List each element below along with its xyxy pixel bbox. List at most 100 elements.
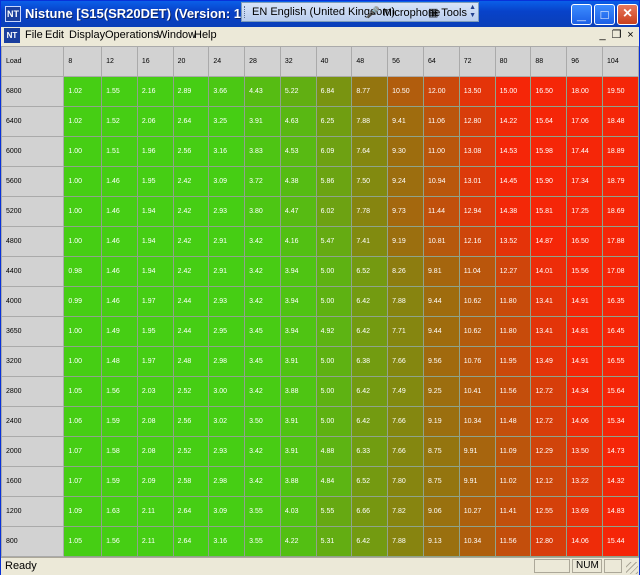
column-header[interactable]: 96 bbox=[566, 46, 604, 77]
map-cell[interactable]: 12.80 bbox=[458, 106, 496, 137]
map-cell[interactable]: 6.33 bbox=[351, 436, 389, 467]
map-cell[interactable]: 3.88 bbox=[279, 376, 317, 407]
map-cell[interactable]: 2.08 bbox=[136, 436, 174, 467]
map-cell[interactable]: 18.89 bbox=[602, 136, 639, 167]
map-cell[interactable]: 3.91 bbox=[244, 106, 281, 137]
map-cell[interactable]: 1.00 bbox=[63, 346, 103, 377]
map-cell[interactable]: 1.51 bbox=[101, 136, 138, 167]
map-cell[interactable]: 5.00 bbox=[315, 346, 353, 377]
map-cell[interactable]: 2.42 bbox=[172, 226, 210, 257]
row-header[interactable]: 6800 bbox=[0, 76, 65, 107]
document-restore-button[interactable]: ❐ bbox=[609, 28, 624, 42]
map-cell[interactable]: 1.56 bbox=[101, 526, 138, 557]
map-cell[interactable]: 13.69 bbox=[566, 496, 604, 527]
map-cell[interactable]: 1.49 bbox=[101, 316, 138, 347]
map-cell[interactable]: 19.50 bbox=[602, 76, 639, 107]
map-cell[interactable]: 2.64 bbox=[172, 526, 210, 557]
map-cell[interactable]: 1.94 bbox=[136, 226, 174, 257]
map-cell[interactable]: 3.09 bbox=[208, 166, 246, 197]
map-cell[interactable]: 14.73 bbox=[602, 436, 639, 467]
map-cell[interactable]: 4.43 bbox=[244, 76, 281, 107]
map-cell[interactable]: 3.55 bbox=[244, 496, 281, 527]
map-cell[interactable]: 3.91 bbox=[279, 346, 317, 377]
column-header[interactable]: 8 bbox=[63, 46, 103, 77]
map-cell[interactable]: 1.00 bbox=[63, 226, 103, 257]
map-cell[interactable]: 6.42 bbox=[351, 286, 389, 317]
map-cell[interactable]: 1.63 bbox=[101, 496, 138, 527]
map-cell[interactable]: 14.83 bbox=[602, 496, 639, 527]
map-cell[interactable]: 14.53 bbox=[494, 136, 532, 167]
map-cell[interactable]: 4.84 bbox=[315, 466, 353, 497]
map-cell[interactable]: 4.47 bbox=[279, 196, 317, 227]
map-cell[interactable]: 13.50 bbox=[458, 76, 496, 107]
map-cell[interactable]: 5.00 bbox=[315, 406, 353, 437]
map-cell[interactable]: 3.94 bbox=[279, 256, 317, 287]
map-cell[interactable]: 4.53 bbox=[279, 136, 317, 167]
map-cell[interactable]: 14.91 bbox=[566, 286, 604, 317]
map-cell[interactable]: 1.52 bbox=[101, 106, 138, 137]
map-cell[interactable]: 7.50 bbox=[351, 166, 389, 197]
row-header[interactable]: 4000 bbox=[0, 286, 65, 317]
map-cell[interactable]: 2.91 bbox=[208, 226, 246, 257]
map-cell[interactable]: 2.98 bbox=[208, 346, 246, 377]
map-cell[interactable]: 4.92 bbox=[315, 316, 353, 347]
map-cell[interactable]: 2.42 bbox=[172, 256, 210, 287]
map-cell[interactable]: 9.81 bbox=[422, 256, 460, 287]
menu-file[interactable]: File bbox=[25, 29, 43, 41]
map-cell[interactable]: 1.00 bbox=[63, 166, 103, 197]
menu-operations[interactable]: Operations bbox=[105, 29, 159, 41]
resize-grip[interactable] bbox=[626, 562, 638, 574]
map-cell[interactable]: 5.55 bbox=[315, 496, 353, 527]
document-icon[interactable]: NT bbox=[4, 28, 20, 43]
map-cell[interactable]: 3.55 bbox=[244, 526, 281, 557]
map-cell[interactable]: 1.00 bbox=[63, 196, 103, 227]
map-cell[interactable]: 1.96 bbox=[136, 136, 174, 167]
map-cell[interactable]: 3.80 bbox=[244, 196, 281, 227]
language-bar-grip[interactable] bbox=[244, 6, 248, 18]
map-cell[interactable]: 9.44 bbox=[422, 316, 460, 347]
map-cell[interactable]: 5.47 bbox=[315, 226, 353, 257]
map-cell[interactable]: 10.81 bbox=[422, 226, 460, 257]
map-cell[interactable]: 12.80 bbox=[530, 526, 568, 557]
map-cell[interactable]: 12.72 bbox=[530, 406, 568, 437]
map-cell[interactable]: 1.00 bbox=[63, 316, 103, 347]
map-cell[interactable]: 12.29 bbox=[530, 436, 568, 467]
map-cell[interactable]: 2.91 bbox=[208, 256, 246, 287]
map-cell[interactable]: 4.16 bbox=[279, 226, 317, 257]
map-cell[interactable]: 14.91 bbox=[566, 346, 604, 377]
map-cell[interactable]: 15.56 bbox=[566, 256, 604, 287]
map-cell[interactable]: 3.16 bbox=[208, 526, 246, 557]
map-cell[interactable]: 3.91 bbox=[279, 406, 317, 437]
map-cell[interactable]: 2.42 bbox=[172, 196, 210, 227]
map-cell[interactable]: 14.38 bbox=[494, 196, 532, 227]
map-cell[interactable]: 3.02 bbox=[208, 406, 246, 437]
map-cell[interactable]: 17.88 bbox=[602, 226, 639, 257]
map-cell[interactable]: 6.42 bbox=[351, 376, 389, 407]
map-cell[interactable]: 1.46 bbox=[101, 226, 138, 257]
menu-edit[interactable]: Edit bbox=[45, 29, 64, 41]
column-header[interactable]: 48 bbox=[351, 46, 389, 77]
column-header[interactable]: 40 bbox=[315, 46, 353, 77]
map-cell[interactable]: 14.01 bbox=[530, 256, 568, 287]
map-cell[interactable]: 14.32 bbox=[602, 466, 639, 497]
map-cell[interactable]: 11.00 bbox=[422, 136, 460, 167]
map-cell[interactable]: 3.94 bbox=[279, 316, 317, 347]
row-header[interactable]: 1600 bbox=[0, 466, 65, 497]
map-cell[interactable]: 4.63 bbox=[279, 106, 317, 137]
map-cell[interactable]: 11.44 bbox=[422, 196, 460, 227]
row-header[interactable]: 5200 bbox=[0, 196, 65, 227]
map-cell[interactable]: 3.25 bbox=[208, 106, 246, 137]
menu-help[interactable]: Help bbox=[194, 29, 217, 41]
map-cell[interactable]: 2.52 bbox=[172, 436, 210, 467]
map-cell[interactable]: 1.07 bbox=[63, 436, 103, 467]
map-cell[interactable]: 1.58 bbox=[101, 436, 138, 467]
map-cell[interactable]: 11.02 bbox=[494, 466, 532, 497]
column-header[interactable]: 104 bbox=[602, 46, 639, 77]
column-header[interactable]: 64 bbox=[422, 46, 460, 77]
map-cell[interactable]: 2.11 bbox=[136, 496, 174, 527]
row-header[interactable]: 1200 bbox=[0, 496, 65, 527]
map-cell[interactable]: 0.98 bbox=[63, 256, 103, 287]
document-close-button[interactable]: × bbox=[623, 28, 638, 42]
map-cell[interactable]: 1.94 bbox=[136, 256, 174, 287]
map-cell[interactable]: 5.86 bbox=[315, 166, 353, 197]
